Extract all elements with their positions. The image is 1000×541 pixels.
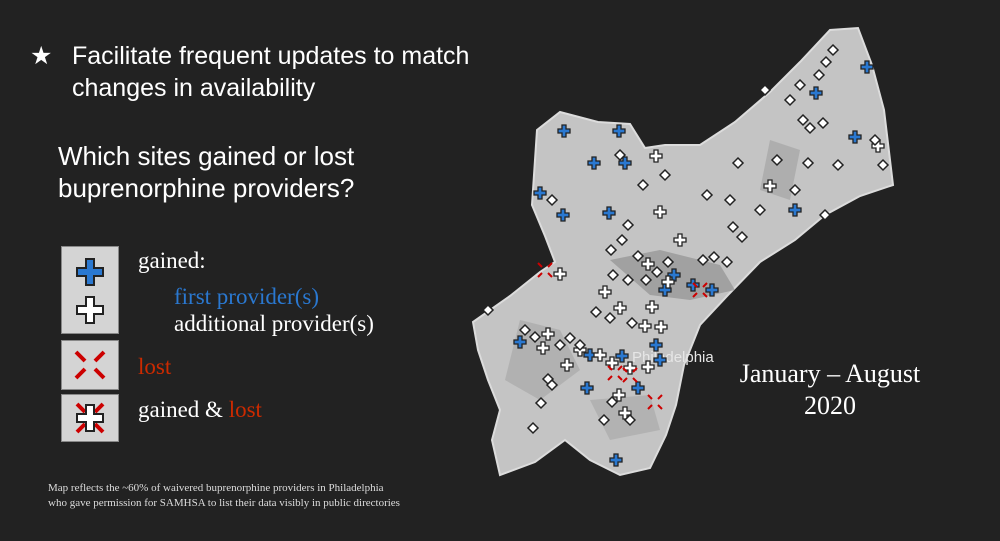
date-range-line2: 2020 [804,391,856,420]
footnote-line2: who gave permission for SAMHSA to list t… [48,497,400,509]
footnote-line1: Map reflects the ~60% of waivered bupren… [48,482,384,494]
date-range: January – August 2020 [715,358,945,422]
city-label: Philadelphia [632,349,714,366]
date-range-line1: January – August [739,359,921,388]
philadelphia-map: Philadelphia [471,26,895,477]
footnote: Map reflects the ~60% of waivered bupren… [48,481,400,511]
